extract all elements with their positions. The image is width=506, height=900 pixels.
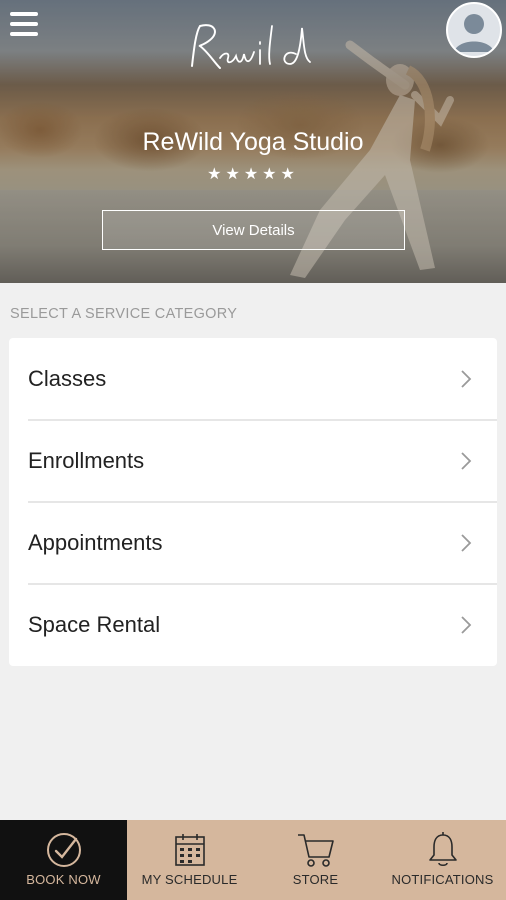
cart-icon [297, 834, 334, 867]
rewild-logo [191, 24, 311, 69]
tab-book-now[interactable]: BOOK NOW [0, 820, 127, 900]
chevron-right-icon [461, 452, 472, 470]
calendar-icon [174, 834, 205, 866]
chevron-right-icon [461, 616, 472, 634]
chevron-right-icon [461, 370, 472, 388]
tab-label: BOOK NOW [26, 872, 101, 887]
tab-notifications[interactable]: NOTIFICATIONS [379, 820, 506, 900]
service-category-list: Classes Enrollments Appointments Space R… [9, 338, 497, 666]
service-item-label: Enrollments [28, 448, 145, 473]
service-item-space-rental[interactable]: Space Rental [9, 584, 497, 666]
bell-icon [428, 832, 457, 867]
tab-label: NOTIFICATIONS [391, 872, 494, 887]
check-circle-icon [46, 833, 81, 867]
tab-my-schedule[interactable]: MY SCHEDULE [127, 820, 252, 900]
service-item-label: Appointments [28, 530, 163, 555]
rating-stars: ★★★★★ [207, 164, 299, 183]
user-avatar-icon[interactable] [446, 2, 502, 58]
tab-label: MY SCHEDULE [141, 872, 238, 887]
section-label: SELECT A SERVICE CATEGORY [10, 306, 238, 322]
service-item-label: Classes [28, 366, 107, 391]
chevron-right-icon [461, 534, 472, 552]
service-item-label: Space Rental [28, 612, 161, 637]
tab-store[interactable]: STORE [252, 820, 379, 900]
tab-label: STORE [292, 872, 339, 887]
bottom-navigation: BOOK NOW MY SCHEDULE STORE NOTIFICATIONS [0, 820, 506, 900]
service-item-classes[interactable]: Classes [9, 338, 497, 420]
view-details-button[interactable]: View Details [102, 210, 405, 250]
studio-name: ReWild Yoga Studio [142, 128, 364, 156]
hamburger-menu-icon[interactable] [10, 12, 38, 38]
service-item-enrollments[interactable]: Enrollments [9, 420, 497, 502]
service-item-appointments[interactable]: Appointments [9, 502, 497, 584]
